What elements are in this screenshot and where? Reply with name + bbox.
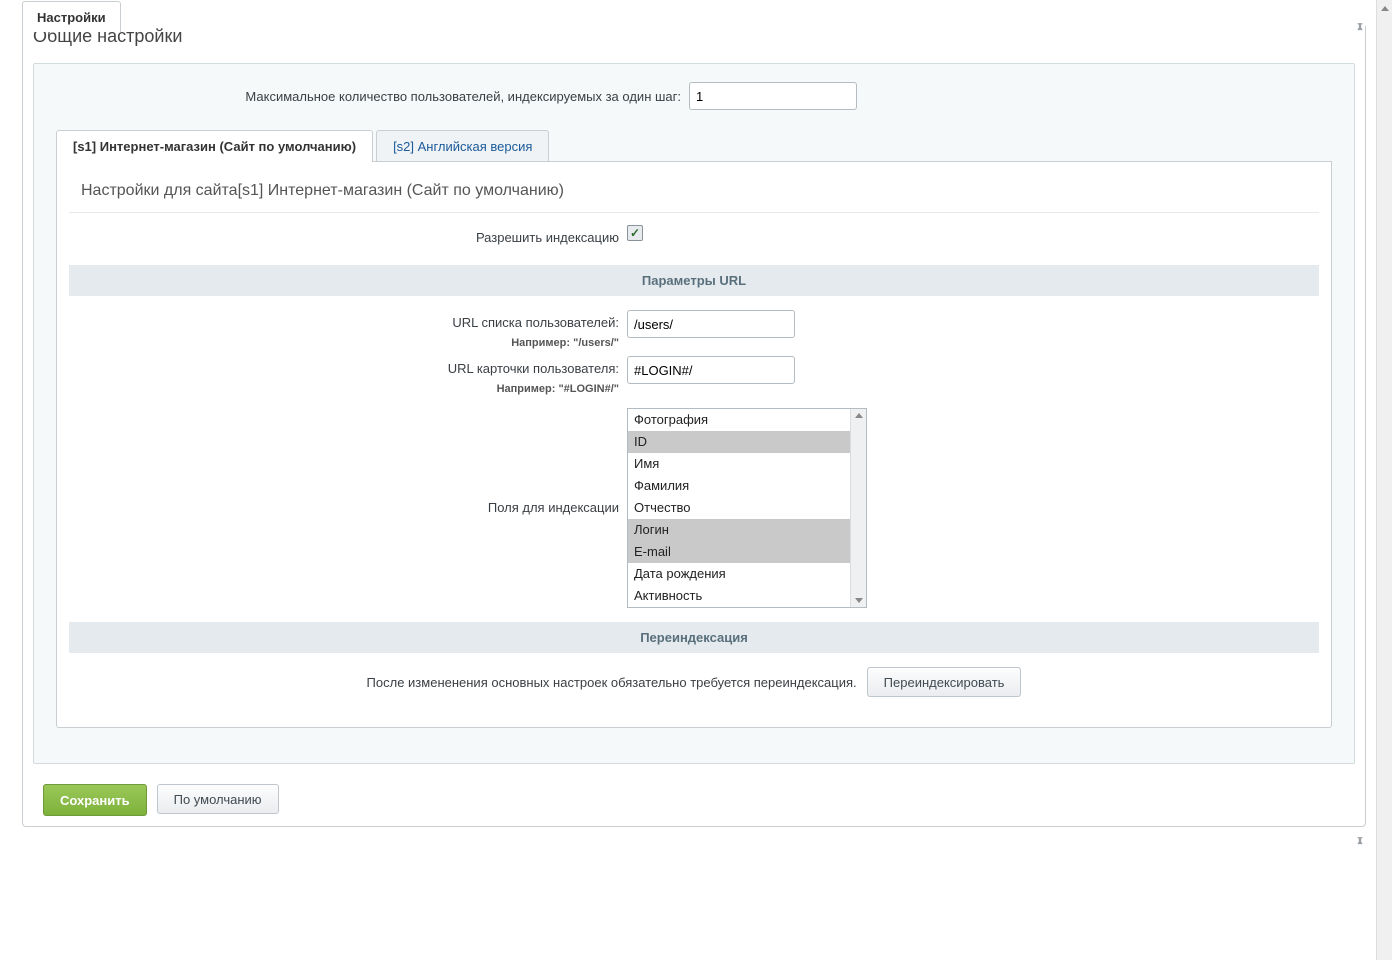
chevron-up-icon[interactable] [1377,0,1392,16]
allow-index-label: Разрешить индексацию [57,225,627,251]
url-card-label: URL карточки пользователя: [448,361,619,376]
settings-panel: Общие настройки Максимальное количество … [22,26,1366,827]
save-button[interactable]: Сохранить [43,784,147,816]
tab-s2-label: [s2] Английская версия [393,139,532,154]
url-card-input[interactable] [627,356,795,384]
pin-icon[interactable] [1353,836,1367,855]
list-item[interactable]: Логин [628,519,850,541]
index-fields-select[interactable]: Фотография ID Имя Фамилия Отчество Логин… [627,408,867,608]
url-list-label: URL списка пользователей: [452,315,619,330]
reindex-note: После измененения основных настроек обяз… [367,675,857,690]
list-item[interactable]: Имя [628,453,850,475]
list-item[interactable]: Фамилия [628,475,850,497]
url-list-hint: Например: "/users/" [57,336,619,350]
url-list-input[interactable] [627,310,795,338]
list-item[interactable]: Дата рождения [628,563,850,585]
pin-icon[interactable] [1353,22,1367,41]
defaults-button[interactable]: По умолчанию [157,784,279,814]
list-item[interactable]: Активность [628,585,850,607]
general-settings-block: Максимальное количество пользователей, и… [33,63,1355,764]
url-params-header: Параметры URL [69,265,1319,296]
max-users-input[interactable] [689,82,857,110]
list-item[interactable]: Дата последнего входа [628,607,850,608]
list-item[interactable]: E-mail [628,541,850,563]
top-tab-label: Настройки [37,10,106,25]
tab-site-s1[interactable]: [s1] Интернет-магазин (Сайт по умолчанию… [56,130,373,162]
max-users-label: Максимальное количество пользователей, и… [34,89,689,104]
page-scrollbar[interactable] [1376,0,1392,960]
tab-s1-label: [s1] Интернет-магазин (Сайт по умолчанию… [73,139,356,154]
top-tab-settings[interactable]: Настройки [22,1,121,32]
site-settings-panel: Настройки для сайта[s1] Интернет-магазин… [56,161,1332,728]
list-item[interactable]: ID [628,431,850,453]
reindex-header: Переиндексация [69,622,1319,653]
reindex-button[interactable]: Переиндексировать [867,667,1022,697]
site-settings-title: Настройки для сайта[s1] Интернет-магазин… [69,178,1319,213]
list-item[interactable]: Фотография [628,409,850,431]
url-card-hint: Например: "#LOGIN#/" [57,382,619,396]
section-title: Общие настройки [23,26,1365,53]
list-item[interactable]: Отчество [628,497,850,519]
tab-site-s2[interactable]: [s2] Английская версия [376,130,549,162]
scrollbar[interactable] [850,409,866,607]
allow-index-checkbox[interactable] [627,225,643,241]
fields-label: Поля для индексации [488,500,619,515]
